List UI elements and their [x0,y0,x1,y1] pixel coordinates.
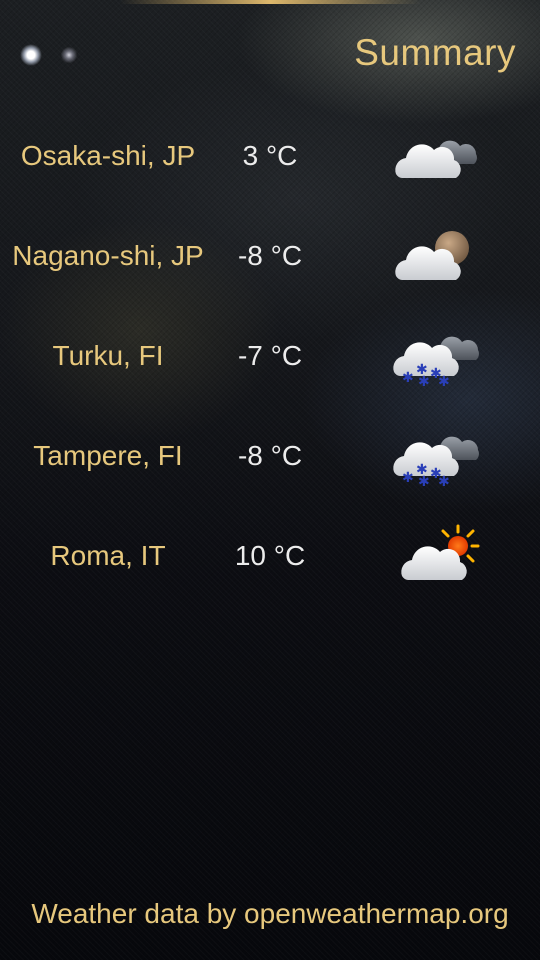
svg-text:✱: ✱ [402,370,414,386]
svg-text:✱: ✱ [438,474,450,490]
svg-text:✱: ✱ [402,470,414,486]
city-temperature: 10 °C [234,540,306,571]
cloudy-icon [395,140,477,178]
svg-text:✱: ✱ [418,374,430,390]
snow-icon: ✱ ✱✱ ✱✱ [393,436,479,490]
city-name: Tampere, FI [33,440,183,471]
svg-text:✱: ✱ [438,374,450,390]
city-temperature: 3 °C [242,140,298,171]
cloudy-night-icon [395,231,469,280]
city-row[interactable]: Nagano-shi, JP -8 °C [0,220,540,300]
city-temperature: -7 °C [237,340,303,371]
city-row[interactable]: Turku, FI -7 °C ✱ ✱ ✱ ✱ ✱ [0,320,540,400]
page-title: Summary [354,32,516,73]
city-temperature: -8 °C [237,440,303,471]
page-dot-inactive [60,46,78,64]
city-row[interactable]: Osaka-shi, JP 3 °C [0,120,540,200]
top-glow-indicator [120,0,420,4]
svg-text:✱: ✱ [418,474,430,490]
city-name: Nagano-shi, JP [12,240,204,271]
weather-summary-screen: Summary Osaka-shi, JP 3 °C Nagano-shi, J… [0,0,540,960]
partly-sunny-icon [401,524,480,580]
data-source-credit: Weather data by openweathermap.org [31,898,509,929]
city-row[interactable]: Tampere, FI -8 °C ✱ ✱ ✱ ✱ ✱ [0,420,540,500]
city-row[interactable]: Roma, IT 10 °C [0,520,540,600]
snow-icon: ✱ ✱✱ ✱✱ [393,336,479,390]
page-dot-active [20,44,42,66]
city-name: Turku, FI [52,340,164,371]
city-name: Roma, IT [50,540,166,571]
city-name: Osaka-shi, JP [20,140,196,171]
page-indicator [14,40,84,70]
city-temperature: -8 °C [237,240,303,271]
